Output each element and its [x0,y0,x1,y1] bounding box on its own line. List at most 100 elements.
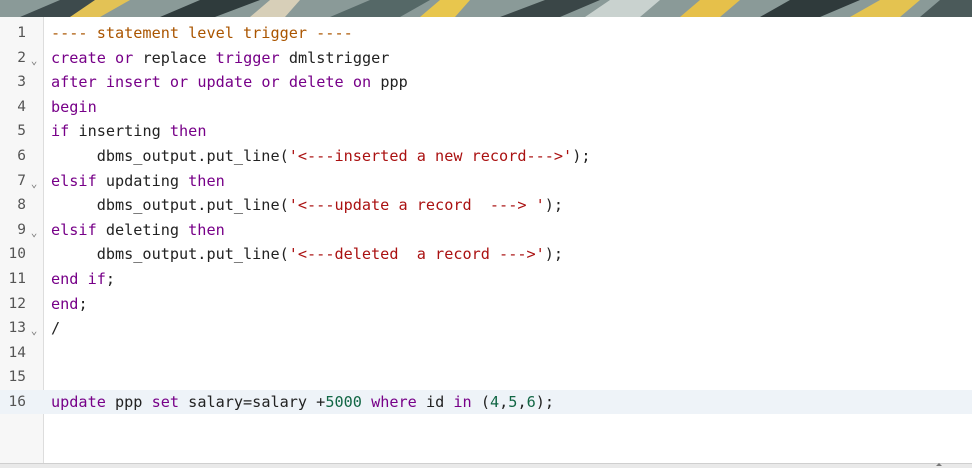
code-token: id [416,393,454,411]
fold-chevron-icon[interactable]: ⌄ [29,46,39,70]
code-token: or [261,73,280,92]
code-line[interactable]: 9 ⌄ elsif deleting then [17,218,972,242]
fold-chevron-icon[interactable]: ⌄ [29,218,39,242]
fold-chevron-icon[interactable]: ⌄ [29,316,39,340]
decorative-banner [0,0,972,17]
code-line[interactable]: 5 if inserting then [17,119,972,143]
code-text: elsif updating then [51,169,225,193]
code-token: then [169,122,207,141]
code-token: elsif [51,171,97,190]
code-token: after [51,73,97,92]
line-number: 12 [8,295,26,312]
code-token: ppp [105,393,152,411]
line-number: 6 [17,148,26,164]
line-number: 3 [17,74,26,91]
code-token: inserting [69,122,170,141]
code-text: ---- statement level trigger ---- [51,21,353,45]
line-number: 7 [17,172,26,189]
code-token: or [169,73,189,92]
line-number: 9 [17,221,26,238]
code-token: or [115,48,134,67]
code-token: ); [535,393,555,411]
code-token: / [51,319,61,338]
line-number: 16 [8,394,26,410]
code-token: '<---deleted a record --->' [288,245,545,264]
code-editor[interactable]: 1 ---- statement level trigger ---- 2 ⌄ crea… [0,17,972,463]
code-token: ); [572,147,591,165]
code-line[interactable]: 12 end; [9,292,972,316]
horizontal-scrollbar[interactable] [0,463,972,468]
code-line[interactable]: 10 dbms_output.put_line('<---deleted a r… [9,242,972,266]
code-line[interactable]: 11 end if; [9,267,972,291]
code-token: then [188,220,225,239]
code-token: deleting [96,220,189,239]
code-token: '<---update a record ---> ' [288,196,545,215]
code-token: ; [105,270,116,288]
code-token: ); [544,196,564,215]
code-line[interactable]: 1 ---- statement level trigger ---- [17,21,972,45]
code-token: in [453,393,472,411]
code-line[interactable]: 14 [9,341,972,365]
code-token: update [51,393,106,411]
line-number: 4 [17,98,26,115]
code-text: end; [51,292,88,316]
code-line[interactable]: 15 [9,365,972,389]
line-number: 8 [17,197,26,214]
code-token: ; [78,294,88,313]
code-token: end [51,294,79,313]
code-line[interactable]: 3 after insert or update or delete on ppp [17,70,972,94]
code-token: then [188,171,225,190]
line-number: 13 [8,320,26,337]
line-number: 5 [17,123,26,140]
line-number: 1 [17,25,26,41]
code-text: dbms_output.put_line('<---deleted a reco… [51,242,563,266]
code-line[interactable]: 4 begin [17,95,972,119]
code-line[interactable]: 2 ⌄ create or replace trigger dmlstrigger [17,46,972,70]
code-token: 6 [526,393,536,411]
code-token: set [151,393,180,411]
code-token: , [499,393,509,411]
code-token: ); [544,245,564,264]
scroll-up-arrow-icon[interactable] [936,463,942,466]
code-token: '<---inserted a new record--->' [288,147,573,165]
code-token: on [352,73,372,92]
code-token: end [51,270,79,288]
code-token: where [371,393,417,411]
code-line[interactable]: 7 ⌄ elsif updating then [17,169,972,193]
code-token: replace [142,48,207,67]
code-text: dbms_output.put_line('<---update a recor… [51,193,563,217]
code-token: dbms_output.put_line( [51,245,289,264]
fold-chevron-icon[interactable]: ⌄ [29,169,39,193]
line-number: 10 [8,246,26,263]
code-text: elsif deleting then [51,218,225,242]
code-token: elsif [51,220,97,239]
code-token: if [87,270,106,288]
code-token: , [517,393,527,411]
code-lines[interactable]: 1 ---- statement level trigger ---- 2 ⌄ crea… [0,17,972,463]
code-text: after insert or update or delete on ppp [51,70,408,94]
code-token: dmlstrigger [279,48,390,67]
code-line[interactable]: 16 update ppp set salary=salary +5000 whe… [0,390,972,414]
code-token: begin [51,97,97,116]
code-text: / [51,316,60,340]
code-text: create or replace trigger dmlstrigger [51,46,389,70]
code-text: end if; [51,267,115,291]
line-number: 14 [8,344,26,361]
code-line[interactable]: 6 dbms_output.put_line('<---inserted a n… [17,144,972,168]
code-token: update [197,73,253,92]
code-token: 5000 [325,393,362,411]
code-token: trigger [215,48,280,67]
code-text: if inserting then [51,119,206,143]
code-line[interactable]: 8 dbms_output.put_line('<---update a rec… [17,193,972,217]
code-token: ( [471,393,490,411]
line-number: 2 [17,49,26,66]
code-token: delete [288,73,344,92]
code-line[interactable]: 13 ⌄ / [9,316,972,340]
